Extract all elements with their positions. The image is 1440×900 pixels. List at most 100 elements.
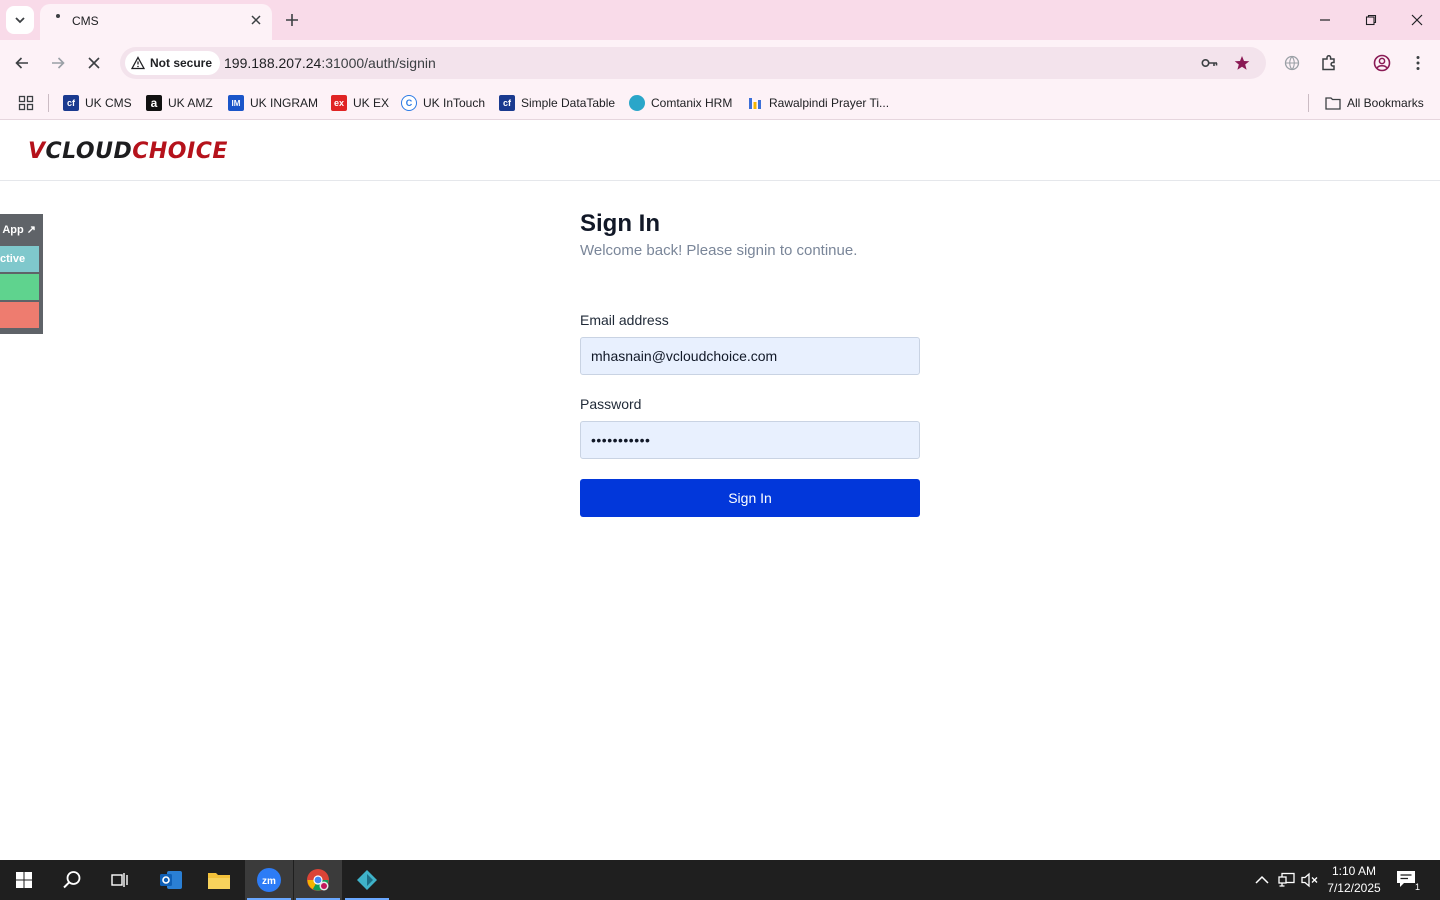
chrome-taskbar-button[interactable] [294,860,342,900]
stop-loading-button[interactable] [80,49,108,77]
outlook-icon [160,871,182,889]
open-app-link[interactable]: App ↗ [0,216,40,242]
tab-search-button[interactable] [6,6,34,34]
ex-favicon-icon: ex [331,95,347,111]
volume-button[interactable] [1300,870,1320,890]
sign-in-button[interactable]: Sign In [580,479,920,517]
profile-icon [1373,54,1391,72]
new-tab-button[interactable] [280,8,304,32]
site-info-chip[interactable]: Not secure [125,51,221,75]
bookmark-label: UK InTouch [423,96,486,110]
zoom-icon: zm [257,868,281,892]
profile-button[interactable] [1368,49,1396,77]
cms-favicon-icon: cf [63,95,79,111]
loading-spinner-icon [56,14,60,18]
close-icon [1411,14,1423,26]
taskbar-search-button[interactable] [48,860,96,900]
folder-icon [1325,97,1341,110]
password-field[interactable]: ••••••••••• [580,421,920,459]
network-icon [1278,872,1295,887]
password-key-button[interactable] [1200,53,1220,73]
vcloudchoice-logo[interactable]: VCLOUDCHOICE [28,137,228,165]
minimize-button[interactable] [1313,8,1337,32]
intouch-favicon-icon: C [401,95,417,111]
prayer-bars-icon [749,98,761,109]
panel-status-red[interactable] [0,302,39,328]
back-button[interactable] [8,49,36,77]
zoom-taskbar-button[interactable]: zm [245,860,293,900]
tab-title: CMS [72,14,99,28]
browser-menu-button[interactable] [1404,49,1432,77]
plus-icon [286,14,298,26]
svg-text:zm: zm [262,876,276,887]
outlook-taskbar-button[interactable] [147,860,195,900]
task-view-button[interactable] [96,860,144,900]
restore-button[interactable] [1359,8,1383,32]
bookmark-label: Simple DataTable [521,96,616,110]
close-icon [251,15,261,25]
arrow-right-icon [52,57,65,69]
notification-icon [1397,871,1415,887]
url-host: 199.188.207.24 [224,55,322,71]
ingram-favicon-icon: IM [228,95,244,111]
search-icon [63,871,81,889]
extensions-button[interactable] [1315,49,1343,77]
datatable-favicon-icon: cf [499,95,515,111]
page-subtitle: Welcome back! Please signin to continue. [580,242,858,259]
globe-icon [1284,55,1300,71]
apps-button[interactable] [18,92,34,114]
browser-toolbar: Not secure 199.188.207.24:31000/auth/sig… [0,40,1440,86]
file-explorer-taskbar-button[interactable] [195,860,243,900]
diamond-app-icon [357,870,377,890]
puzzle-icon [1322,54,1335,71]
notification-center-button[interactable]: 1 [1396,870,1420,892]
start-button[interactable] [0,860,48,900]
prayer-favicon-icon [747,95,763,111]
clock-time: 1:10 AM [1331,864,1377,878]
star-icon [1234,56,1250,70]
bookmark-uk-ingram[interactable]: IM UK INGRAM [228,92,318,114]
taskbar-clock[interactable]: 1:10 AM 7/12/2025 [1322,863,1386,897]
bookmarks-divider [48,94,49,112]
chevron-down-icon [15,17,25,24]
bookmark-uk-intouch[interactable]: C UK InTouch [401,92,485,114]
bookmark-label: UK AMZ [168,96,213,110]
browser-tab[interactable]: CMS [40,4,272,40]
bookmark-label: Comtanix HRM [651,96,733,110]
all-bookmarks-button[interactable]: All Bookmarks [1325,92,1424,114]
show-hidden-icons-button[interactable] [1252,870,1272,890]
bookmark-comtanix-hrm[interactable]: Comtanix HRM [629,92,732,114]
close-icon [88,57,100,69]
bookmark-rawalpindi-prayer[interactable]: Rawalpindi Prayer Ti... [747,92,889,114]
more-vertical-icon [1416,56,1420,70]
bookmark-label: UK CMS [85,96,132,110]
restore-icon [1365,14,1377,26]
network-button[interactable] [1277,870,1297,890]
panel-status-active[interactable]: ctive [0,246,39,272]
key-icon [1201,58,1218,68]
notification-count-badge: 1 [1414,882,1420,892]
signin-form: Sign In Welcome back! Please signin to c… [580,208,920,517]
url-text[interactable]: 199.188.207.24:31000/auth/signin [224,55,436,71]
app-taskbar-button[interactable] [343,860,391,900]
email-field[interactable]: mhasnain@vcloudchoice.com [580,337,920,375]
bookmark-label: Rawalpindi Prayer Ti... [769,96,890,110]
all-bookmarks-label: All Bookmarks [1347,96,1424,110]
bookmark-uk-amz[interactable]: a UK AMZ [146,92,213,114]
site-header: VCLOUDCHOICE [0,121,1440,181]
minimize-icon [1320,19,1330,21]
panel-status-green[interactable] [0,274,39,300]
bookmark-simple-datatable[interactable]: cf Simple DataTable [499,92,615,114]
tab-close-button[interactable] [248,12,264,28]
chrome-icon [307,869,329,891]
tab-strip: CMS [0,0,1440,40]
bookmark-uk-cms[interactable]: cf UK CMS [63,92,132,114]
translate-button[interactable] [1278,49,1306,77]
close-window-button[interactable] [1405,8,1429,32]
forward-button[interactable] [44,49,72,77]
password-label: Password [580,396,642,412]
bookmarks-bar: cf UK CMS a UK AMZ IM UK INGRAM ex UK EX… [0,86,1440,120]
bookmark-uk-ex[interactable]: ex UK EX [331,92,389,114]
address-bar[interactable]: Not secure 199.188.207.24:31000/auth/sig… [120,47,1266,79]
bookmark-star-button[interactable] [1232,53,1252,73]
